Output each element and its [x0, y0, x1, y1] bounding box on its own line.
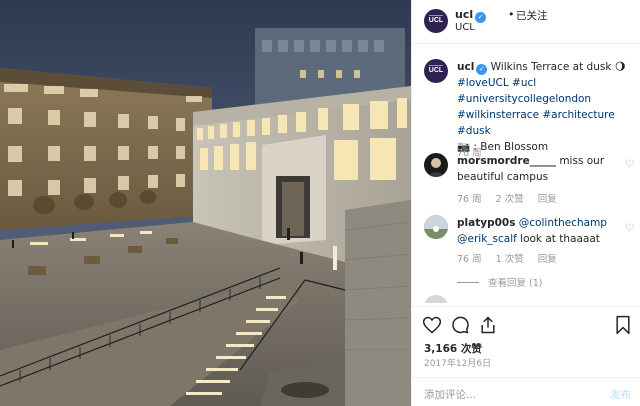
person-avatar-icon — [427, 155, 445, 177]
caption-hashtags-1[interactable]: #loveUCL #ucl — [457, 77, 536, 89]
comment-age: 76 周 — [457, 254, 482, 265]
heart-icon[interactable]: ♡ — [625, 159, 634, 170]
share-icon[interactable] — [478, 315, 498, 335]
moon-icon: 🌖 — [614, 61, 626, 73]
post-side-panel: UCL ucl ✓ • 已关注 UCL UCL ucl ✓ Wilkins Terr… — [411, 0, 640, 406]
mention-link[interactable]: @erik_scalf — [457, 233, 517, 245]
avatar[interactable]: UCL — [424, 9, 448, 33]
comment-age: 76 周 — [457, 194, 482, 205]
add-comment-bar: 添加评论... 发布 — [412, 377, 640, 406]
comment-likes[interactable]: 1 次赞 — [496, 254, 524, 265]
caption-text: ucl ✓ Wilkins Terrace at dusk 🌖 #loveUCL … — [457, 59, 633, 155]
comment-meta: 76 周 2 次赞 回复 — [457, 191, 571, 205]
mention-link[interactable]: @colinthechamp — [519, 217, 607, 229]
comment-meta: 76 周 1 次赞 回复 — [457, 251, 571, 265]
avatar[interactable] — [424, 153, 448, 177]
header-username[interactable]: ucl ✓ — [455, 8, 487, 23]
post-header: UCL ucl ✓ • 已关注 UCL — [412, 0, 640, 44]
comment-username[interactable]: morsmordre_____ — [457, 155, 556, 167]
comment-username[interactable]: platyp00s — [457, 217, 515, 229]
view-replies-button[interactable]: 查看回复 (1) — [457, 275, 542, 289]
post-photo[interactable] — [0, 0, 411, 406]
comment-icon[interactable] — [450, 315, 470, 335]
heart-icon[interactable] — [422, 315, 442, 335]
location-link[interactable]: UCL — [455, 22, 475, 33]
reply-button[interactable]: 回复 — [538, 194, 557, 205]
follow-status-button[interactable]: 已关注 — [516, 8, 548, 23]
landscape-avatar-icon — [424, 215, 448, 239]
comment-likes[interactable]: 2 次赞 — [496, 194, 524, 205]
comment-text: morsmordre_____ miss our beautiful campu… — [457, 153, 633, 185]
view-replies-label[interactable]: 查看回复 (1) — [488, 278, 542, 289]
comment-input[interactable]: 添加评论... — [424, 387, 476, 402]
heart-icon[interactable]: ♡ — [625, 223, 634, 234]
comment-body: look at thaaaat — [516, 233, 600, 245]
verified-badge-icon: ✓ — [475, 12, 487, 23]
post-date: 2017年12月6日 — [424, 359, 492, 369]
avatar[interactable]: UCL — [424, 59, 448, 83]
verified-badge-icon: ✓ — [476, 64, 488, 75]
comment-text: platyp00s @colinthechamp @erik_scalf loo… — [457, 215, 633, 247]
bookmark-icon[interactable] — [613, 315, 633, 335]
wilkins-terrace-photo — [0, 0, 411, 406]
instagram-post: UCL ucl ✓ • 已关注 UCL UCL ucl ✓ Wilkins Terr… — [0, 0, 640, 406]
caption-hashtags-2[interactable]: #universitycollegelondon — [457, 93, 591, 105]
header-separator: • — [508, 8, 515, 21]
comments-list[interactable]: UCL ucl ✓ Wilkins Terrace at dusk 🌖 #love… — [412, 45, 640, 303]
post-actions: 3,166 次赞 2017年12月6日 添加评论... 发布 — [412, 306, 640, 406]
reply-button[interactable]: 回复 — [538, 254, 557, 265]
avatar[interactable] — [424, 295, 448, 303]
header-username-text[interactable]: ucl — [455, 8, 473, 21]
likes-count[interactable]: 3,166 次赞 — [424, 341, 482, 356]
caption-username[interactable]: ucl — [457, 61, 474, 73]
avatar[interactable] — [424, 215, 448, 239]
caption-title: Wilkins Terrace at dusk — [490, 61, 612, 73]
post-comment-button[interactable]: 发布 — [610, 387, 631, 402]
caption-hashtags-3[interactable]: #wilkinsterrace #architecture #dusk — [457, 109, 615, 137]
